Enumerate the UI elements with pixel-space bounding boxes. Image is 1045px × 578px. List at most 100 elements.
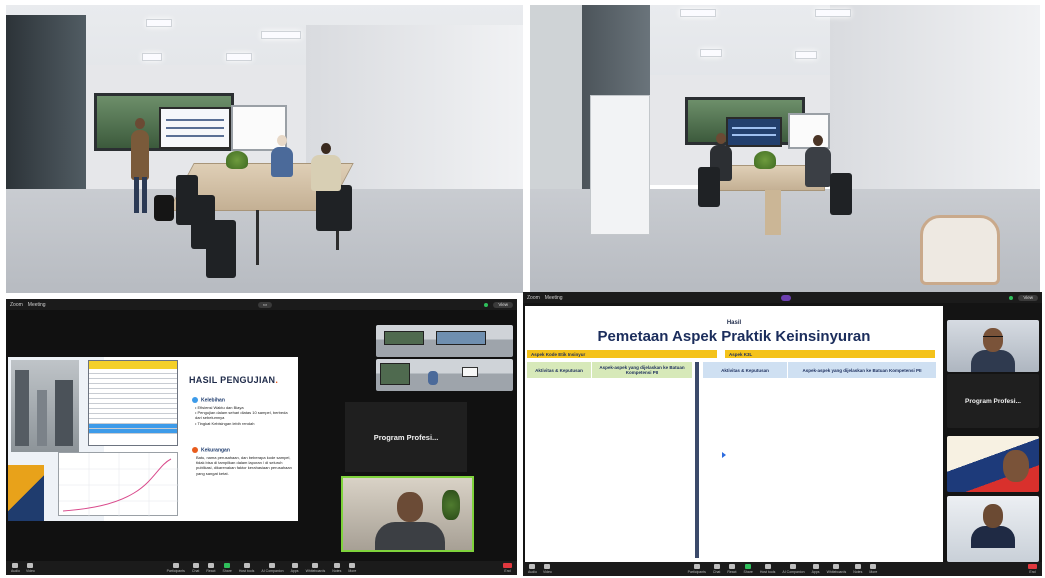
end-icon — [1028, 564, 1037, 569]
participant-tile[interactable] — [376, 325, 513, 357]
zoom-logo: Zoom — [527, 294, 540, 301]
table-cell — [701, 448, 787, 528]
whiteboards-button[interactable]: Whiteboards — [306, 563, 325, 573]
group-label-left: Aspek Kode Etik Insinyur — [527, 350, 717, 358]
attendee-person — [271, 135, 293, 177]
table-header: Aspek-aspek yang dijelaskan ke Batuan Ko… — [788, 362, 936, 378]
participant-tile-program[interactable]: Program Profesi... — [345, 402, 467, 472]
view-button[interactable]: View — [493, 301, 513, 308]
ceiling-light — [142, 53, 162, 61]
meeting-room-photo-1 — [6, 5, 523, 293]
table-header: Aktivitas & Keputusan — [527, 362, 591, 378]
ceiling-light — [146, 19, 172, 27]
apps-button[interactable]: Apps — [812, 564, 820, 574]
react-button[interactable]: React — [727, 564, 736, 574]
camera-icon — [544, 564, 551, 569]
ceiling-light — [680, 9, 716, 17]
apps-icon — [812, 564, 819, 569]
sparkle-icon — [790, 564, 797, 569]
participants-button[interactable]: Participants — [167, 563, 185, 573]
ai-companion-button[interactable]: AI Companion — [782, 564, 805, 574]
shield-icon — [764, 564, 771, 569]
table-header: Aktivitas & Keputusan — [703, 362, 787, 378]
plant — [754, 151, 776, 169]
view-button[interactable]: View — [1018, 294, 1039, 301]
disadvantages-text: Batu, nama perusahaan, dan beberapa kode… — [196, 455, 292, 476]
share-button[interactable]: Share — [222, 563, 232, 573]
participant-tile[interactable] — [376, 359, 513, 391]
microphone-icon — [529, 564, 536, 569]
mouse-cursor-icon — [722, 452, 726, 458]
advantage-item: Tingkat Kebisingan lebih rendah — [195, 421, 295, 426]
notes-button[interactable]: Notes — [332, 563, 341, 573]
participant-tile[interactable] — [947, 496, 1039, 562]
security-icon — [484, 302, 489, 307]
participant-gallery — [376, 325, 513, 391]
table-header: Aspek-aspek yang dijelaskan ke Batuan Ko… — [592, 362, 692, 378]
armchair — [920, 215, 1000, 285]
tv-screen — [726, 117, 782, 147]
host-tools-button[interactable]: Host tools — [239, 563, 254, 573]
ceiling-light — [226, 53, 252, 61]
zoom-window-1: Zoom Meeting ▭ View HASIL PENGUJIAN. Kel… — [6, 299, 517, 575]
attendee-person — [805, 135, 831, 187]
share-icon — [745, 564, 752, 569]
end-button[interactable]: End — [1028, 564, 1037, 574]
heart-icon — [207, 563, 214, 568]
share-status-pill[interactable] — [780, 294, 791, 301]
whiteboard — [788, 113, 830, 149]
test-curve-chart — [58, 452, 179, 517]
share-button[interactable]: Share — [743, 564, 753, 574]
zoom-toolbar: Audio Video Participants Chat React Shar… — [6, 561, 517, 575]
apps-button[interactable]: Apps — [291, 563, 299, 573]
people-icon — [693, 564, 700, 569]
whiteboard-icon — [312, 563, 319, 568]
notes-icon — [854, 564, 861, 569]
video-button[interactable]: Video — [26, 563, 35, 573]
more-icon — [870, 564, 877, 569]
chat-button[interactable]: Chat — [713, 564, 720, 574]
host-tools-button[interactable]: Host tools — [760, 564, 775, 574]
ceiling-light — [700, 49, 722, 57]
share-icon — [224, 563, 231, 568]
table-cell — [701, 380, 787, 444]
share-status-pill[interactable]: ▭ — [257, 301, 273, 308]
participant-tile[interactable] — [947, 320, 1039, 372]
notes-button[interactable]: Notes — [853, 564, 862, 574]
mute-button[interactable]: Audio — [11, 563, 20, 573]
notes-icon — [333, 563, 340, 568]
end-button[interactable]: End — [503, 563, 512, 573]
table-cell — [788, 532, 936, 562]
video-button[interactable]: Video — [543, 564, 552, 574]
chat-icon — [192, 563, 199, 568]
apps-icon — [291, 563, 298, 568]
advantages-heading: Kelebihan — [192, 397, 225, 403]
active-speaker-video[interactable] — [341, 476, 474, 552]
ceiling-light — [261, 31, 301, 39]
participant-tile[interactable] — [947, 436, 1039, 492]
microphone-icon — [12, 563, 19, 568]
table-cell — [592, 448, 694, 528]
meeting-title: Meeting — [544, 294, 563, 301]
slide-decoration — [8, 465, 44, 521]
meeting-title: Meeting — [27, 301, 46, 308]
participant-tile-program[interactable]: Program Profesi... — [947, 374, 1039, 428]
room-scene — [6, 5, 523, 293]
attendee-person — [311, 143, 341, 191]
chat-button[interactable]: Chat — [192, 563, 199, 573]
mute-button[interactable]: Audio — [528, 564, 537, 574]
tv-screen — [159, 107, 231, 149]
more-button[interactable]: More — [348, 563, 356, 573]
ai-companion-button[interactable]: AI Companion — [261, 563, 284, 573]
table-cell — [701, 532, 787, 562]
table-cell — [788, 448, 936, 528]
participants-button[interactable]: Participants — [688, 564, 706, 574]
react-button[interactable]: React — [206, 563, 215, 573]
slide-title: HASIL PENGUJIAN. — [189, 375, 279, 385]
more-button[interactable]: More — [869, 564, 877, 574]
zoom-window-2: Zoom Meeting View Hasil Pemetaan Aspek P… — [523, 292, 1042, 576]
people-icon — [172, 563, 179, 568]
lab-photo — [11, 360, 79, 452]
whiteboards-button[interactable]: Whiteboards — [827, 564, 846, 574]
heart-icon — [728, 564, 735, 569]
